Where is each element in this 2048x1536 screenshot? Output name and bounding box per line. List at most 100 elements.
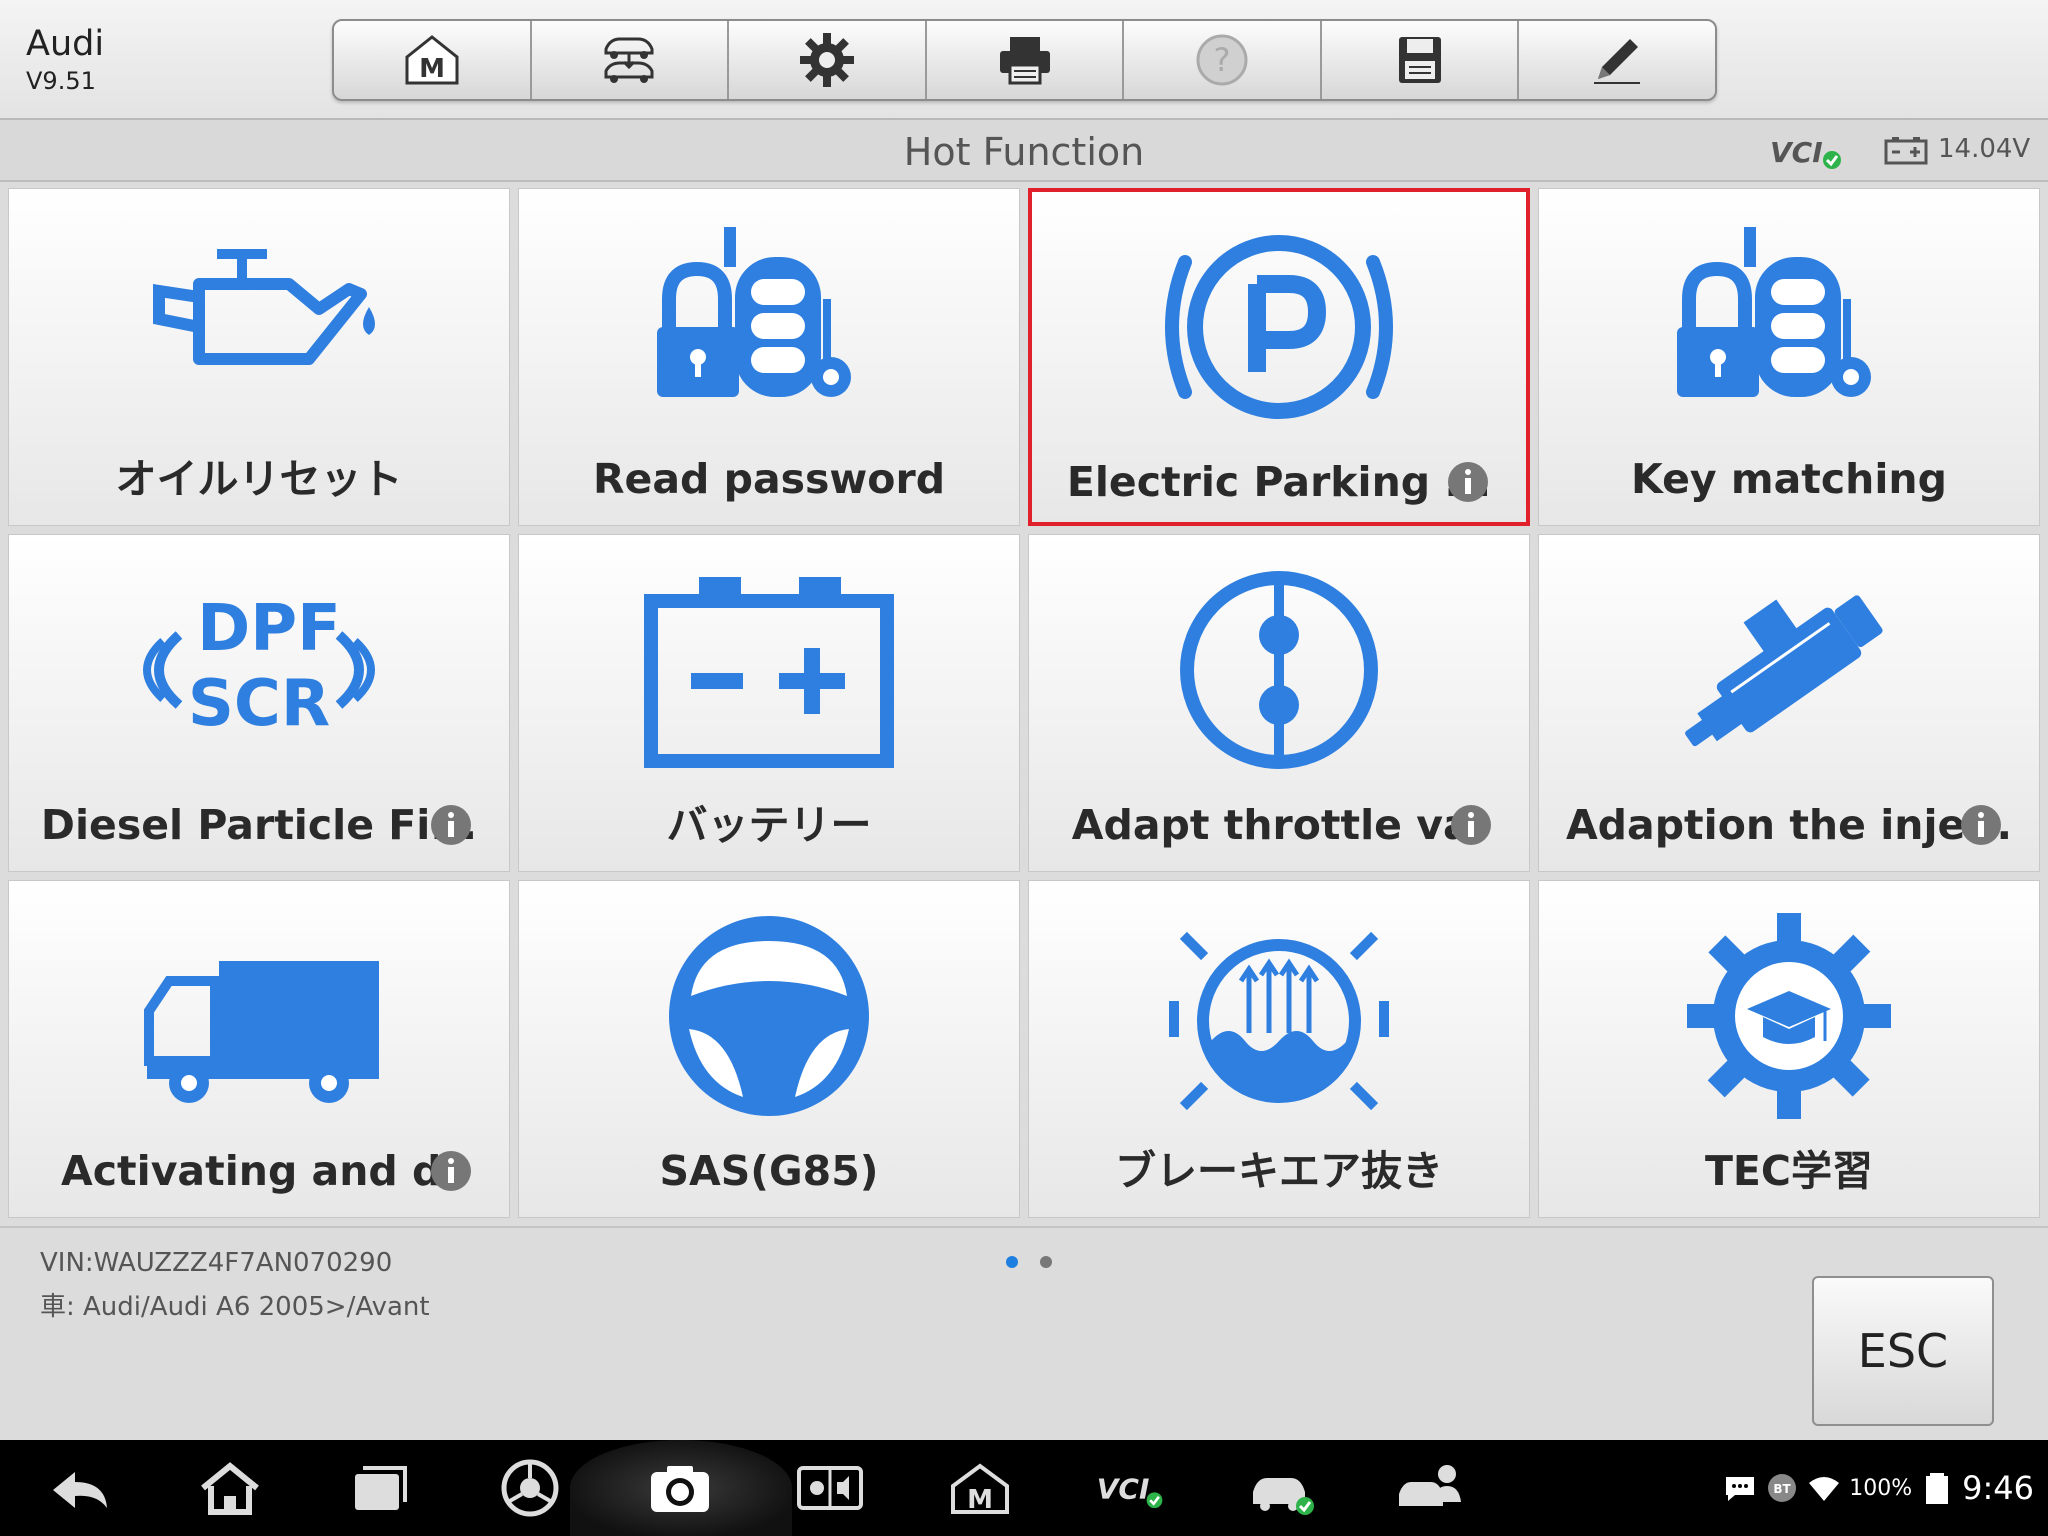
- tile-battery[interactable]: バッテリー: [518, 534, 1020, 872]
- tile-diesel-particle-filter[interactable]: DPF SCR Diesel Particle Fi...: [8, 534, 510, 872]
- brand-block: Audi V9.51: [26, 24, 104, 98]
- voltage-readout: 14.04V: [1938, 134, 2031, 164]
- save-button[interactable]: [1322, 21, 1520, 99]
- print-button[interactable]: [927, 21, 1125, 99]
- info-icon[interactable]: [1446, 460, 1490, 504]
- car-connected-icon: [1253, 1478, 1314, 1515]
- home-button[interactable]: M: [334, 21, 532, 99]
- recents-icon: [355, 1466, 407, 1510]
- svg-text:M: M: [967, 1485, 993, 1515]
- bt-label: BT: [1774, 1482, 1792, 1496]
- vehicle-text: 車: Audi/Audi A6 2005>/Avant: [40, 1292, 430, 1322]
- vci-label: VCI: [1770, 136, 1823, 169]
- battery-icon: [644, 577, 894, 768]
- battery-full-icon: [1926, 1473, 1949, 1504]
- tile-adaption-injector[interactable]: Adaption the inje...: [1538, 534, 2040, 872]
- android-home-icon: [201, 1462, 259, 1515]
- pencil-icon: [1594, 39, 1641, 84]
- system-tray: BT 100% 9:46: [1723, 1460, 2034, 1516]
- settings-button[interactable]: [729, 21, 927, 99]
- chat-icon: [1726, 1477, 1755, 1501]
- dpf-text: DPF: [197, 592, 341, 666]
- page-dot-1[interactable]: [1006, 1256, 1018, 1268]
- info-icon[interactable]: [429, 1149, 473, 1193]
- page-dot-2[interactable]: [1040, 1256, 1052, 1268]
- brightness-volume-icon: [797, 1466, 863, 1510]
- svg-text:M: M: [419, 54, 445, 84]
- tile-label: SAS(G85): [659, 1147, 879, 1195]
- home-nav-button[interactable]: [190, 1454, 270, 1522]
- vehicle-info-bar: VIN:WAUZZZ4F7AN070290 車: Audi/Audi A6 20…: [0, 1226, 2048, 1440]
- tile-tec-learning[interactable]: TEC学習: [1538, 880, 2040, 1218]
- screenshot-button[interactable]: [640, 1454, 720, 1522]
- chrome-icon: [501, 1459, 559, 1517]
- svg-text:?: ?: [1214, 41, 1231, 79]
- tile-sas-g85[interactable]: SAS(G85): [518, 880, 1020, 1218]
- car-user-icon: [1399, 1465, 1461, 1506]
- tile-read-password[interactable]: Read password: [518, 188, 1020, 526]
- vci-label: VCI: [1097, 1473, 1150, 1506]
- wifi-icon: [1809, 1477, 1840, 1501]
- tile-oil-reset[interactable]: オイルリセット: [8, 188, 510, 526]
- parking-brake-icon: [1165, 235, 1393, 419]
- key-lock-icon: [657, 227, 851, 397]
- tec-gear-icon: [1687, 913, 1891, 1119]
- save-icon: [1398, 37, 1441, 83]
- camera-icon: [651, 1466, 709, 1512]
- dpf-scr-icon: DPF SCR: [143, 592, 375, 741]
- brake-bleed-icon: [1169, 931, 1389, 1111]
- help-button[interactable]: ?: [1124, 21, 1322, 99]
- tile-brake-bleed[interactable]: ブレーキエア抜き: [1028, 880, 1530, 1218]
- brand-name: Audi: [26, 24, 105, 64]
- brightness-volume-button[interactable]: [790, 1454, 870, 1522]
- tile-label: バッテリー: [666, 801, 872, 849]
- tile-key-matching[interactable]: Key matching: [1538, 188, 2040, 526]
- tile-label: Key matching: [1631, 455, 1947, 503]
- vci-button[interactable]: VCI: [1090, 1454, 1170, 1522]
- vehicle-swap-button[interactable]: [532, 21, 730, 99]
- app-version: V9.51: [26, 67, 96, 95]
- bluetooth-icon: BT: [1768, 1474, 1797, 1502]
- battery-voltage-icon: [1884, 137, 1928, 165]
- tile-label: ブレーキエア抜き: [1115, 1147, 1443, 1195]
- title-bar: Hot Function VCI 14.04V: [0, 120, 2048, 182]
- printer-icon: [999, 37, 1050, 85]
- maxi-home-button[interactable]: M: [940, 1454, 1020, 1522]
- help-icon: ?: [1196, 34, 1248, 86]
- tile-adapt-throttle[interactable]: Adapt throttle va.: [1028, 534, 1530, 872]
- info-icon[interactable]: [429, 803, 473, 847]
- page-indicator: [1006, 1256, 1052, 1268]
- tile-electric-parking[interactable]: Electric Parking ...: [1028, 188, 1530, 526]
- top-bar: Audi V9.51 M ?: [0, 0, 2048, 120]
- back-icon: [53, 1472, 107, 1508]
- esc-button[interactable]: ESC: [1812, 1276, 1994, 1426]
- back-button[interactable]: [40, 1454, 120, 1522]
- key-lock-icon: [1677, 227, 1871, 397]
- main-toolbar: M ?: [332, 19, 1717, 101]
- page-title: Hot Function: [903, 130, 1145, 174]
- browser-button[interactable]: [490, 1454, 570, 1522]
- vci-connected-icon: VCI: [1770, 136, 1841, 169]
- home-m-icon: M: [405, 35, 459, 85]
- recents-button[interactable]: [340, 1454, 420, 1522]
- home-m-icon: M: [951, 1463, 1009, 1515]
- injector-icon: [1685, 595, 1883, 747]
- info-icon[interactable]: [1449, 803, 1493, 847]
- tile-activating[interactable]: Activating and d.: [8, 880, 510, 1218]
- info-icon[interactable]: [1959, 803, 2003, 847]
- truck-icon: [144, 961, 379, 1103]
- remote-expert-button[interactable]: [1390, 1454, 1470, 1522]
- vehicle-button[interactable]: [1240, 1454, 1320, 1522]
- tile-label: TEC学習: [1704, 1147, 1874, 1195]
- tile-label: オイルリセット: [115, 455, 403, 503]
- clock: 9:46: [1962, 1469, 2034, 1507]
- vin-text: VIN:WAUZZZ4F7AN070290: [40, 1248, 393, 1278]
- gear-icon: [799, 33, 854, 87]
- vci-connected-icon: VCI: [1097, 1473, 1163, 1509]
- scr-text: SCR: [188, 667, 330, 741]
- throttle-icon: [1180, 571, 1378, 769]
- system-nav-bar: M VCI BT 100% 9:46: [0, 1440, 2048, 1536]
- edit-button[interactable]: [1519, 21, 1715, 99]
- app-window: Audi V9.51 M ? Hot Function VCI 14.04V オ…: [0, 0, 2048, 1536]
- vehicle-swap-icon: [604, 37, 654, 83]
